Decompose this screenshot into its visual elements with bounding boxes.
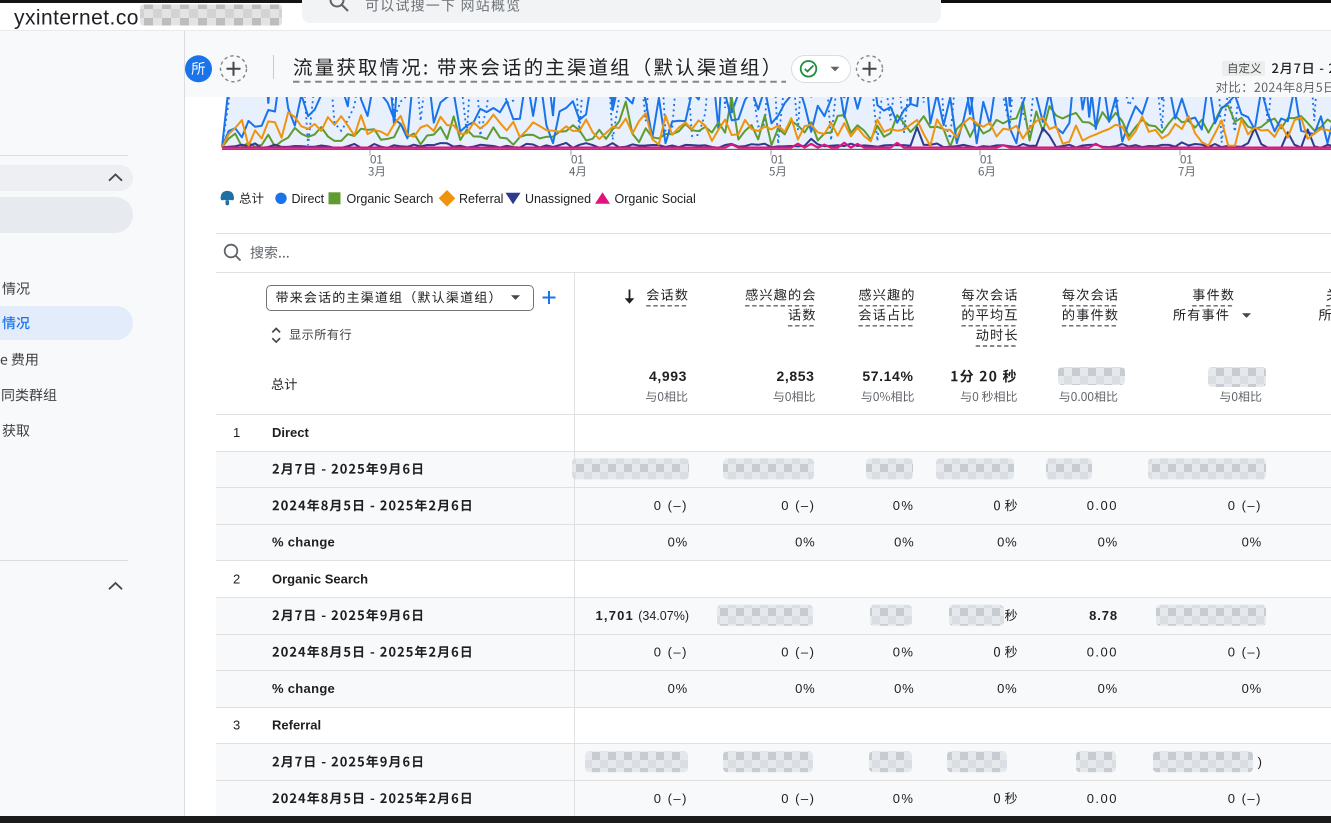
svg-text:0%: 0%: [894, 535, 914, 550]
svg-text:0.00: 0.00: [1087, 498, 1118, 513]
svg-text:0.00: 0.00: [1087, 791, 1118, 806]
svg-text:0 (–): 0 (–): [654, 791, 688, 806]
svg-text:Direct: Direct: [272, 425, 310, 440]
svg-text:0%: 0%: [668, 681, 688, 696]
svg-text:3: 3: [233, 718, 240, 733]
svg-text:Referral: Referral: [459, 192, 503, 206]
svg-text:Direct: Direct: [292, 192, 325, 206]
svg-text:1,701: 1,701: [595, 608, 634, 623]
svg-text:0 (–): 0 (–): [781, 791, 815, 806]
svg-text:0 (–): 0 (–): [1228, 498, 1262, 513]
svg-text:0 (–): 0 (–): [654, 498, 688, 513]
svg-text:0.00: 0.00: [1087, 645, 1118, 660]
svg-text:0%: 0%: [894, 681, 914, 696]
svg-text:Organic Social: Organic Social: [615, 192, 696, 206]
svg-text:0%: 0%: [893, 645, 915, 660]
svg-text:01: 01: [771, 155, 784, 167]
svg-text:0%: 0%: [668, 535, 688, 550]
svg-text:% change: % change: [272, 681, 335, 696]
svg-text:2: 2: [233, 571, 240, 586]
svg-text:01: 01: [571, 155, 584, 167]
svg-text:01: 01: [1180, 155, 1193, 167]
svg-text:(34.07%): (34.07%): [638, 609, 689, 623]
svg-text:1: 1: [233, 425, 240, 440]
svg-text:4,993: 4,993: [649, 368, 687, 384]
svg-text:0 (–): 0 (–): [1228, 645, 1262, 660]
svg-text:yxinternet.co: yxinternet.co: [14, 7, 139, 30]
svg-text:Unassigned: Unassigned: [525, 192, 591, 206]
svg-text:Organic Search: Organic Search: [272, 571, 368, 586]
svg-text:0%: 0%: [1242, 535, 1262, 550]
svg-text:0 (–): 0 (–): [654, 645, 688, 660]
svg-text:0%: 0%: [795, 681, 815, 696]
svg-text:): ): [1258, 754, 1262, 769]
svg-text:0%: 0%: [893, 498, 915, 513]
svg-text:0%: 0%: [795, 535, 815, 550]
svg-text:Referral: Referral: [272, 718, 321, 733]
svg-text:Organic Search: Organic Search: [347, 192, 434, 206]
svg-text:0%: 0%: [1242, 681, 1262, 696]
svg-text:0 (–): 0 (–): [781, 498, 815, 513]
svg-text:2,853: 2,853: [776, 368, 814, 384]
svg-text:57.14%: 57.14%: [862, 368, 913, 384]
svg-text:8.78: 8.78: [1089, 608, 1118, 623]
svg-text:0%: 0%: [1098, 535, 1118, 550]
svg-text:% change: % change: [272, 535, 335, 550]
svg-text:0%: 0%: [997, 535, 1017, 550]
svg-text:0%: 0%: [997, 681, 1017, 696]
svg-text:0%: 0%: [1098, 681, 1118, 696]
svg-text:0%: 0%: [893, 791, 915, 806]
svg-text:0 (–): 0 (–): [781, 645, 815, 660]
svg-text:01: 01: [980, 155, 993, 167]
svg-text:0 (–): 0 (–): [1228, 791, 1262, 806]
svg-text:01: 01: [370, 155, 383, 167]
